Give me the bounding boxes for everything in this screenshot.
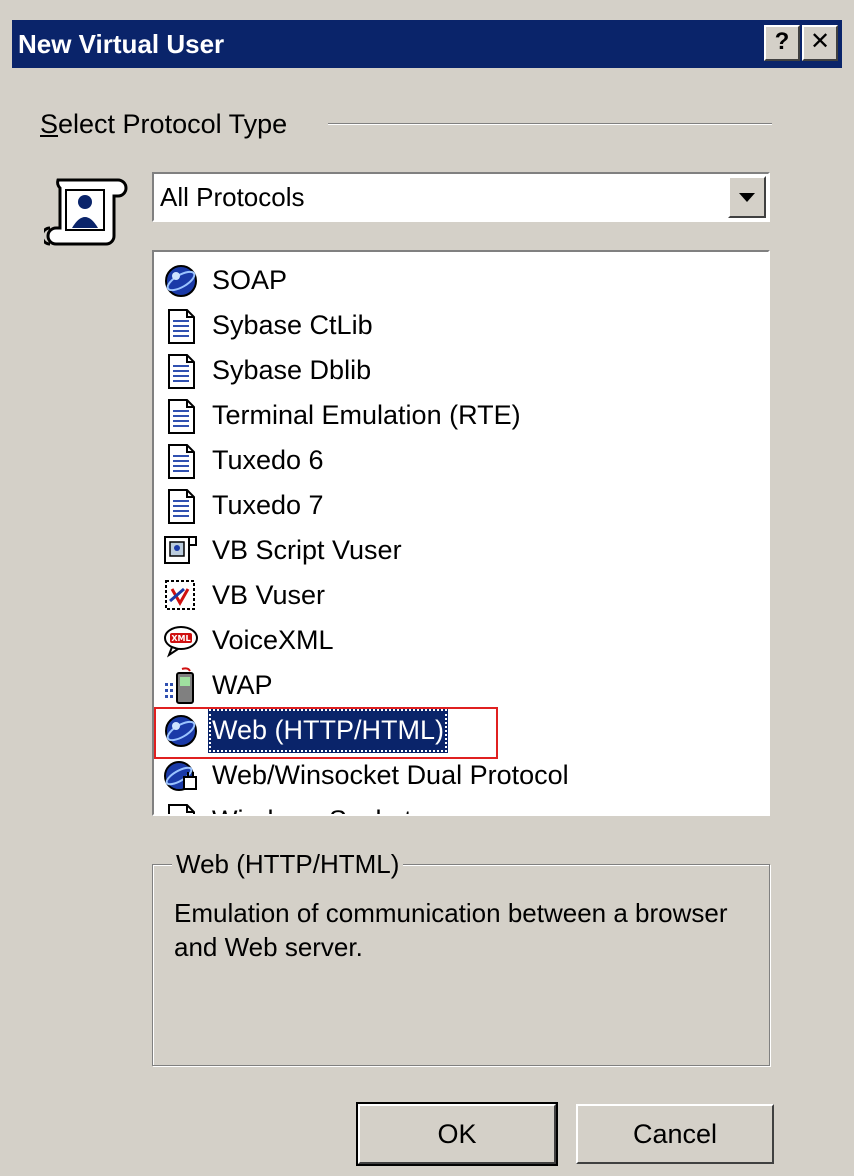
cancel-button[interactable]: Cancel — [576, 1104, 774, 1164]
protocol-list-item-label: Tuxedo 7 — [212, 490, 324, 520]
protocol-list-item[interactable]: Windows Sockets — [158, 798, 724, 814]
protocol-filter-select[interactable]: All Protocols — [152, 172, 770, 222]
protocol-list-item-label: VB Script Vuser — [212, 535, 402, 565]
protocol-list-item-label: Terminal Emulation (RTE) — [212, 400, 521, 430]
protocol-list-item[interactable]: Web/Winsocket Dual Protocol — [158, 753, 724, 798]
protocol-list-item[interactable]: VB Vuser — [158, 573, 724, 618]
protocol-list-item[interactable]: XML VoiceXML — [158, 618, 724, 663]
phone-icon — [162, 667, 200, 705]
protocol-list-item[interactable]: Tuxedo 6 — [158, 438, 724, 483]
protocol-list-item[interactable]: VB Script Vuser — [158, 528, 724, 573]
script-icon — [162, 532, 200, 570]
globe-icon — [162, 712, 200, 750]
document-icon — [162, 307, 200, 345]
document-icon — [162, 352, 200, 390]
protocol-list-items: SOAP Sybase CtLib Sybase Dblib Terminal Emu… — [158, 258, 724, 814]
group-separator — [328, 123, 772, 125]
protocol-list-item[interactable]: Sybase Dblib — [158, 348, 724, 393]
protocol-list-item-label: VoiceXML — [212, 625, 334, 655]
chevron-down-icon — [739, 193, 755, 202]
help-button[interactable]: ? — [764, 25, 800, 61]
title-bar[interactable]: New Virtual User ? ✕ — [12, 20, 842, 68]
protocol-list-item-label: Tuxedo 6 — [212, 445, 324, 475]
protocol-list-item[interactable]: Terminal Emulation (RTE) — [158, 393, 724, 438]
document-icon — [162, 442, 200, 480]
description-frame — [152, 864, 770, 1066]
new-virtual-user-dialog: New Virtual User ? ✕ Select Protocol Typ… — [0, 0, 854, 1176]
protocol-list-item-label: WAP — [212, 670, 273, 700]
ok-button[interactable]: OK — [356, 1102, 558, 1166]
protocol-filter-dropdown-button[interactable] — [728, 176, 766, 218]
protocol-list-item-label: Sybase CtLib — [212, 310, 373, 340]
description-title: Web (HTTP/HTML) — [172, 845, 404, 883]
protocol-type-label: Select Protocol Type — [40, 106, 287, 142]
xml-bubble-icon: XML — [162, 622, 200, 660]
protocol-list-item-label: Web/Winsocket Dual Protocol — [212, 760, 569, 790]
protocol-list[interactable]: SOAP Sybase CtLib Sybase Dblib Terminal Emu… — [152, 250, 770, 816]
document-icon — [162, 487, 200, 525]
protocol-type-label-text: elect Protocol Type — [58, 109, 288, 139]
globe-plug-icon — [162, 757, 200, 795]
protocol-list-item[interactable]: Sybase CtLib — [158, 303, 724, 348]
protocol-list-item-label: Sybase Dblib — [212, 355, 372, 385]
protocol-list-item-label: Windows Sockets — [208, 798, 429, 814]
window-title: New Virtual User — [18, 29, 225, 59]
protocol-list-item[interactable]: Web (HTTP/HTML) — [158, 708, 724, 753]
vb-icon — [162, 577, 200, 615]
protocol-list-item-label: SOAP — [212, 265, 288, 295]
protocol-list-item-label: VB Vuser — [212, 580, 326, 610]
svg-text:XML: XML — [171, 634, 190, 643]
protocol-list-item[interactable]: WAP — [158, 663, 724, 708]
document-icon — [162, 802, 200, 814]
document-icon — [162, 397, 200, 435]
vuser-scroll-icon — [44, 178, 128, 246]
protocol-list-item[interactable]: SOAP — [158, 258, 724, 303]
description-text: Emulation of communication between a bro… — [174, 898, 728, 962]
protocol-filter-value: All Protocols — [160, 182, 305, 212]
protocol-list-item[interactable]: Tuxedo 7 — [158, 483, 724, 528]
close-button[interactable]: ✕ — [802, 25, 838, 61]
protocol-list-item-label: Web (HTTP/HTML) — [208, 708, 449, 753]
protocol-type-label-accelerator: S — [40, 109, 59, 139]
globe-icon — [162, 262, 200, 300]
